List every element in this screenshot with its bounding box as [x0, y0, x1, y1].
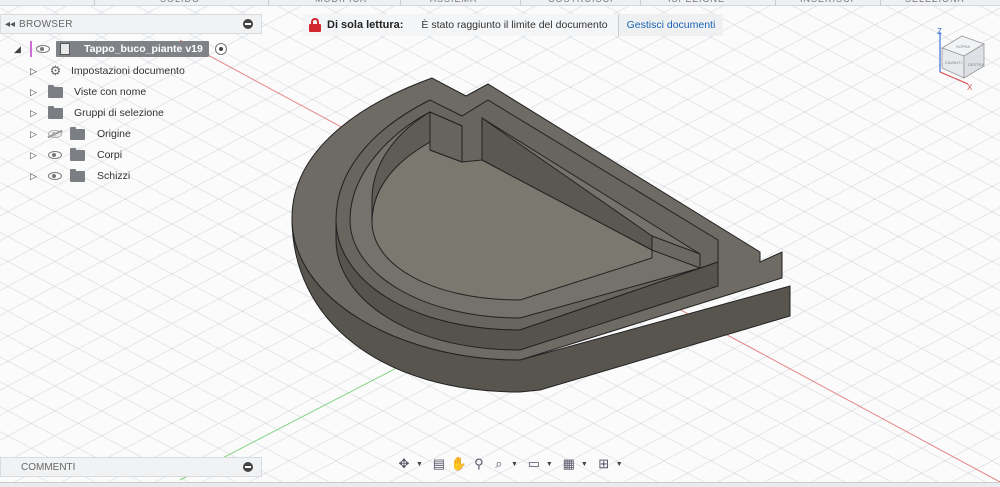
hidden-eye-icon[interactable]: [48, 130, 62, 138]
browser-header: ◂◂ BROWSER: [0, 14, 262, 34]
toolbar-tab[interactable]: ASSIEMA: [430, 0, 477, 4]
tree-item-label: Corpi: [97, 149, 123, 161]
expand-arrow-icon[interactable]: ▷: [30, 87, 40, 98]
folder-icon: [70, 147, 85, 161]
tree-item-label: Impostazioni documento: [71, 65, 185, 77]
toolbar-tab[interactable]: INSERISCI: [800, 0, 854, 4]
toolbar-tab[interactable]: MODIFICA: [315, 0, 367, 4]
root-component-chip[interactable]: Tappo_buco_piante v19: [56, 41, 209, 57]
folder-icon: [48, 105, 63, 119]
toolbar-tab[interactable]: SOLIDO: [160, 0, 200, 4]
folder-icon: [48, 84, 63, 98]
expand-arrow-icon[interactable]: ▷: [30, 171, 40, 182]
active-indicator: [30, 41, 32, 57]
activate-component-radio[interactable]: [214, 43, 227, 55]
expand-arrow-icon[interactable]: ▷: [30, 66, 40, 77]
document-limit-message: È stato raggiunto il limite del document…: [421, 19, 608, 31]
toolbar-tab[interactable]: SELEZIONA: [905, 0, 965, 4]
tree-item-label: Gruppi di selezione: [74, 107, 164, 119]
visibility-eye-icon[interactable]: [48, 151, 62, 159]
zoom-icon[interactable]: ⚲: [471, 456, 487, 472]
gear-icon: ⚙: [49, 63, 62, 78]
visibility-eye-icon[interactable]: [48, 172, 62, 180]
manage-documents-link[interactable]: Gestisci documenti: [617, 14, 724, 36]
tree-item-sketches[interactable]: ▷ Schizzi: [30, 166, 130, 186]
bottom-status-strip: [0, 482, 1000, 487]
expand-arrow-icon[interactable]: ▷: [30, 150, 40, 161]
tree-item-origin[interactable]: ▷ Origine: [30, 124, 131, 144]
read-only-label: Di sola lettura:: [327, 19, 404, 31]
expand-arrow-icon[interactable]: ▷: [30, 108, 40, 119]
tree-root-row[interactable]: ◢ Tappo_buco_piante v19: [14, 39, 227, 59]
orbit-icon[interactable]: ✥: [396, 456, 412, 472]
expand-arrow-icon[interactable]: ▷: [30, 129, 40, 140]
tree-item-selection-sets[interactable]: ▷ Gruppi di selezione: [30, 103, 164, 123]
tree-item-document-settings[interactable]: ▷ ⚙ Impostazioni documento: [30, 61, 185, 81]
folder-icon: [70, 168, 85, 182]
root-component-label: Tappo_buco_piante v19: [84, 43, 203, 55]
folder-icon: [70, 126, 85, 140]
tree-item-label: Schizzi: [97, 170, 131, 182]
browser-title: BROWSER: [19, 18, 73, 30]
zoom-dropdown-caret[interactable]: ▼: [511, 461, 518, 468]
tree-item-label: Origine: [97, 128, 131, 140]
tree-item-bodies[interactable]: ▷ Corpi: [30, 145, 122, 165]
top-face-label[interactable]: SOPRA: [956, 44, 970, 49]
document-icon: [60, 43, 70, 55]
grid-dropdown-caret[interactable]: ▼: [581, 461, 588, 468]
pan-hand-icon[interactable]: ✋: [451, 456, 467, 472]
comments-title: COMMENTI: [21, 461, 76, 473]
display-dropdown-caret[interactable]: ▼: [546, 461, 553, 468]
browser-panel: ◂◂ BROWSER ◢ Tappo_buco_piante v19 ▷ ⚙ I…: [0, 14, 262, 190]
viewports-dropdown-caret[interactable]: ▼: [616, 461, 623, 468]
lock-icon: [309, 18, 321, 32]
look-at-icon[interactable]: ▤: [431, 456, 447, 472]
orbit-dropdown-caret[interactable]: ▼: [416, 461, 423, 468]
front-face-label[interactable]: DAVANTI: [945, 60, 962, 65]
read-only-banner: Di sola lettura: È stato raggiunto il li…: [303, 14, 724, 36]
display-settings-icon[interactable]: ▭: [526, 456, 542, 472]
fit-zoom-icon[interactable]: ⌕: [491, 456, 507, 472]
right-face-label[interactable]: DESTRA: [968, 62, 985, 67]
z-axis-label: Z: [937, 27, 942, 36]
collapse-panel-icon[interactable]: ◂◂: [1, 19, 19, 30]
visibility-eye-icon[interactable]: [36, 45, 50, 53]
navigation-toolbar: ✥ ▼ ▤ ✋ ⚲ ⌕ ▼ ▭ ▼ ▦ ▼ ⊞ ▼: [396, 453, 627, 475]
browser-options-button[interactable]: [243, 19, 253, 29]
tree-item-label: Viste con nome: [74, 86, 147, 98]
toolbar-tab[interactable]: ISPEZIONE: [668, 0, 725, 4]
tree-item-named-views[interactable]: ▷ Viste con nome: [30, 82, 146, 102]
grid-settings-icon[interactable]: ▦: [561, 456, 577, 472]
add-comment-button[interactable]: [243, 462, 253, 472]
x-axis-label: X: [967, 83, 973, 92]
viewports-icon[interactable]: ⊞: [596, 456, 612, 472]
toolbar-tab[interactable]: COSTRUISCI: [548, 0, 614, 4]
comments-panel[interactable]: COMMENTI: [0, 457, 262, 477]
view-cube[interactable]: Z X SOPRA DAVANTI DESTRA: [928, 22, 1000, 92]
collapse-arrow-icon[interactable]: ◢: [14, 44, 24, 55]
